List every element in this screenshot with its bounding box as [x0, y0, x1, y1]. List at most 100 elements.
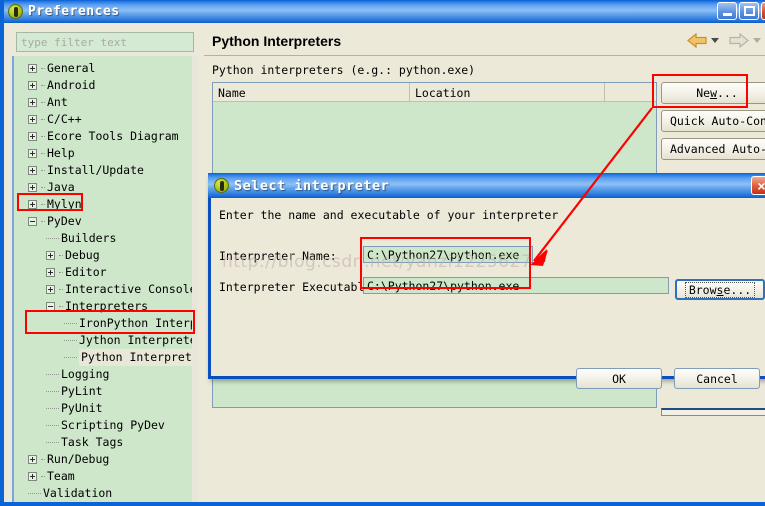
tree-connector [41, 119, 45, 120]
pydev-app-icon [8, 4, 23, 19]
sidebar-item-label: Python Interpreter [79, 349, 198, 366]
tree-connector [46, 238, 59, 239]
sidebar-item-general[interactable]: General [14, 60, 198, 77]
expand-icon[interactable] [46, 268, 55, 277]
sidebar-item-label: Team [47, 469, 75, 483]
forward-arrow-icon [729, 32, 749, 49]
dialog-app-icon [214, 178, 229, 193]
back-arrow-icon[interactable] [687, 32, 707, 49]
column-header-name[interactable]: Name [213, 83, 410, 102]
sidebar-item-editor[interactable]: Editor [14, 264, 198, 281]
sidebar-item-ant[interactable]: Ant [14, 94, 198, 111]
tree-connector [59, 272, 63, 273]
sidebar-item-builders[interactable]: Builders [14, 230, 198, 247]
tree-connector [41, 187, 45, 188]
sidebar-item-scripting-pydev[interactable]: Scripting PyDev [14, 417, 198, 434]
interpreter-name-input[interactable]: C:\Python27\python.exe [363, 246, 533, 263]
new-interpreter-button[interactable]: New... [661, 82, 765, 104]
navigation-arrows[interactable] [687, 32, 765, 49]
expand-icon[interactable] [28, 149, 37, 158]
tree-connector [64, 340, 77, 341]
sidebar-item-ironpython-interpr[interactable]: IronPython Interpr [14, 315, 198, 332]
tree-connector [59, 255, 63, 256]
sidebar-item-pyunit[interactable]: PyUnit [14, 400, 198, 417]
expand-icon[interactable] [28, 98, 37, 107]
sidebar-item-jython-interpreter[interactable]: Jython Interpreter [14, 332, 198, 349]
sidebar-item-label: Editor [65, 265, 107, 279]
sidebar-item-label: Validation [43, 486, 113, 500]
quick-auto-config-button[interactable]: Quick Auto-Config [661, 110, 765, 132]
sidebar-item-install-update[interactable]: Install/Update [14, 162, 198, 179]
close-button[interactable] [761, 2, 765, 20]
advanced-auto-config-button[interactable]: Advanced Auto-Config [661, 138, 765, 160]
sidebar-item-label: C/C++ [47, 112, 82, 126]
dialog-close-icon[interactable]: × [751, 176, 765, 195]
sidebar-item-label: General [47, 61, 96, 75]
expand-icon[interactable] [28, 64, 37, 73]
ok-button[interactable]: OK [576, 368, 662, 389]
sidebar-item-label: Mylyn [47, 197, 82, 211]
cancel-button[interactable]: Cancel [674, 368, 760, 389]
sidebar-item-interactive-console[interactable]: Interactive Console [14, 281, 198, 298]
window-title: Preferences [28, 4, 120, 19]
expand-icon[interactable] [28, 455, 37, 464]
collapse-icon[interactable] [28, 217, 37, 226]
back-dropdown-caret[interactable] [711, 38, 719, 43]
sidebar-item-label: Task Tags [61, 435, 124, 449]
sidebar-item-label: PyDev [47, 214, 82, 228]
expand-icon[interactable] [46, 285, 55, 294]
sidebar-item-label: Builders [61, 231, 117, 245]
expand-icon[interactable] [28, 115, 37, 124]
sidebar-item-java[interactable]: Java [14, 179, 198, 196]
column-header-extra[interactable] [605, 83, 656, 102]
browse-button[interactable]: Browse... [675, 279, 765, 300]
sidebar-item-task-tags[interactable]: Task Tags [14, 434, 198, 451]
tree-connector [46, 391, 59, 392]
sidebar-item-mylyn[interactable]: Mylyn [14, 196, 198, 213]
sidebar-item-team[interactable]: Team [14, 468, 198, 485]
expand-icon[interactable] [28, 132, 37, 141]
sidebar-item-label: Java [47, 180, 75, 194]
sidebar-item-validation[interactable]: Validation [14, 485, 198, 502]
collapse-icon[interactable] [46, 302, 55, 311]
maximize-button[interactable] [739, 2, 759, 20]
column-header-location[interactable]: Location [410, 83, 605, 102]
expand-icon[interactable] [28, 472, 37, 481]
expand-icon[interactable] [28, 200, 37, 209]
sidebar-item-c-c[interactable]: C/C++ [14, 111, 198, 128]
window-controls[interactable] [717, 2, 765, 20]
tree-connector [46, 425, 59, 426]
expand-icon[interactable] [28, 183, 37, 192]
tree-vertical-scrollbar[interactable] [192, 56, 198, 502]
tree-connector [46, 374, 59, 375]
sidebar-item-pydev[interactable]: PyDev [14, 213, 198, 230]
expand-icon[interactable] [28, 81, 37, 90]
title-divider [204, 55, 765, 56]
expand-icon[interactable] [28, 166, 37, 175]
sidebar-item-label: Android [47, 78, 96, 92]
minimize-button[interactable] [717, 2, 737, 20]
expand-icon[interactable] [46, 251, 55, 260]
sidebar-item-label: Install/Update [47, 163, 144, 177]
sidebar-item-android[interactable]: Android [14, 77, 198, 94]
window-titlebar: Preferences [4, 0, 765, 23]
preferences-tree[interactable]: General Android Ant C/C++ Ecore Tools Diagra… [12, 56, 198, 502]
sidebar-item-help[interactable]: Help [14, 145, 198, 162]
tree-connector [41, 85, 45, 86]
sidebar-item-ecore-tools-diagram[interactable]: Ecore Tools Diagram [14, 128, 198, 145]
section-label: Python interpreters (e.g.: python.exe) [212, 63, 476, 77]
button-area-remainder [661, 408, 765, 416]
sidebar-item-label: PyUnit [61, 401, 103, 415]
filter-field-wrap[interactable] [16, 32, 194, 52]
search-input[interactable] [17, 33, 193, 52]
sidebar-item-run-debug[interactable]: Run/Debug [14, 451, 198, 468]
sidebar-item-pylint[interactable]: PyLint [14, 383, 198, 400]
sidebar-item-debug[interactable]: Debug [14, 247, 198, 264]
interpreter-executable-input[interactable]: C:\Python27\python.exe [363, 277, 669, 294]
select-interpreter-dialog: Select interpreter × Enter the name and … [208, 173, 765, 389]
sidebar-item-logging[interactable]: Logging [14, 366, 198, 383]
sidebar-item-interpreters[interactable]: Interpreters [14, 298, 198, 315]
sidebar-item-python-interpreter[interactable]: Python Interpreter [14, 349, 198, 366]
table-action-buttons: New... Quick Auto-Config Advanced Auto-C… [661, 82, 765, 166]
dialog-body: Enter the name and executable of your in… [211, 198, 765, 389]
